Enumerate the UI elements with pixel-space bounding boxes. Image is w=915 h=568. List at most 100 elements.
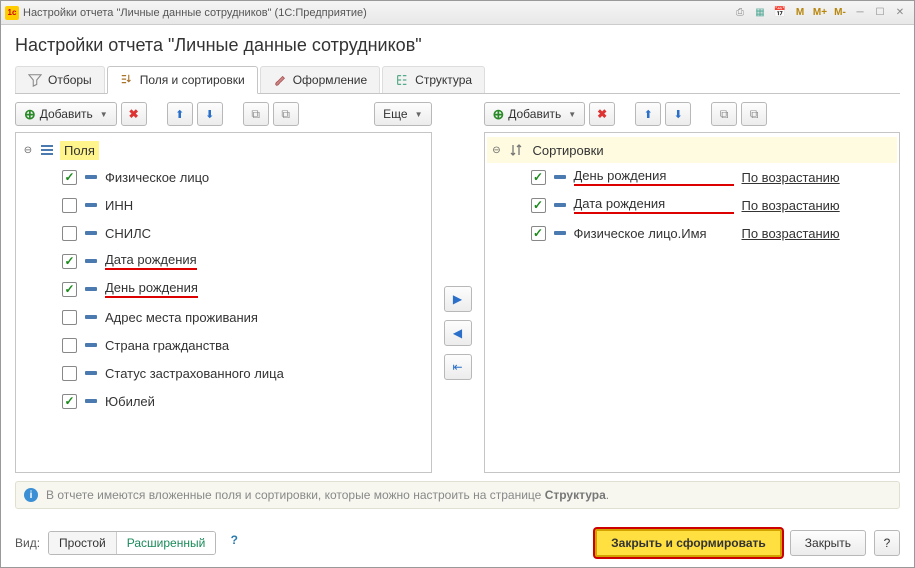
info-bar: i В отчете имеются вложенные поля и сорт… [15, 481, 900, 509]
fields-root[interactable]: ⊖ Поля [18, 137, 429, 163]
move-left-button[interactable]: ◀ [444, 320, 472, 346]
close-icon[interactable]: ✕ [891, 5, 909, 21]
checkbox[interactable] [62, 366, 77, 381]
sort-root-icon [509, 143, 523, 157]
sort-panel: ⊕Добавить▼ ✖ ⬆ ⬇ ⧉ ⧉ ⊖ Сортировки День р… [484, 102, 901, 473]
maximize-icon[interactable]: ☐ [871, 5, 889, 21]
sort-root[interactable]: ⊖ Сортировки [487, 137, 898, 163]
field-item[interactable]: ИНН [18, 191, 429, 219]
print-icon[interactable]: ⎙ [731, 5, 749, 21]
tab-structure-label: Структура [415, 73, 472, 87]
field-item[interactable]: Дата рождения [18, 247, 429, 275]
move-right-button[interactable]: ▶ [444, 286, 472, 312]
field-label: Физическое лицо [105, 170, 209, 185]
field-dash-icon [85, 259, 97, 263]
field-label: Статус застрахованного лица [105, 366, 284, 381]
arrow-up-icon: ⬆ [644, 108, 653, 121]
calendar-icon[interactable]: 📅 [771, 5, 789, 21]
checkbox[interactable] [531, 226, 546, 241]
tabs: Отборы Поля и сортировки Оформление Стру… [15, 66, 900, 94]
sort-order-link[interactable]: По возрастанию [742, 170, 840, 185]
collapse-button-r[interactable]: ⧉ [741, 102, 767, 126]
more-button[interactable]: Еще▼ [374, 102, 431, 126]
add-button[interactable]: ⊕Добавить▼ [15, 102, 117, 126]
minimize-icon[interactable]: ─ [851, 5, 869, 21]
checkbox[interactable] [531, 170, 546, 185]
move-up-button[interactable]: ⬆ [167, 102, 193, 126]
delete-button[interactable]: ✖ [121, 102, 147, 126]
expand-button-r[interactable]: ⧉ [711, 102, 737, 126]
add-label: Добавить [40, 107, 93, 121]
fields-toolbar: ⊕Добавить▼ ✖ ⬆ ⬇ ⧉ ⧉ Еще▼ [15, 102, 432, 126]
field-item[interactable]: День рождения [18, 275, 429, 303]
m-button[interactable]: M [791, 5, 809, 21]
move-all-left-button[interactable]: ⇤ [444, 354, 472, 380]
fields-panel: ⊕Добавить▼ ✖ ⬆ ⬇ ⧉ ⧉ Еще▼ ⊖ Поля [15, 102, 432, 473]
info-text: В отчете имеются вложенные поля и сортир… [46, 488, 609, 502]
panels: ⊕Добавить▼ ✖ ⬆ ⬇ ⧉ ⧉ Еще▼ ⊖ Поля [15, 102, 900, 473]
checkbox[interactable] [62, 394, 77, 409]
sort-tree[interactable]: ⊖ Сортировки День рожденияПо возрастанию… [484, 132, 901, 473]
sort-toolbar: ⊕Добавить▼ ✖ ⬆ ⬇ ⧉ ⧉ [484, 102, 901, 126]
fields-tree[interactable]: ⊖ Поля Физическое лицо ИННСНИЛСДата рожде… [15, 132, 432, 473]
footer: Вид: Простой Расширенный ? Закрыть и сфо… [1, 519, 914, 567]
checkbox[interactable] [531, 198, 546, 213]
expand-button[interactable]: ⧉ [243, 102, 269, 126]
tab-fields[interactable]: Поля и сортировки [107, 66, 258, 94]
field-dash-icon [85, 399, 97, 403]
collapse-icon: ⧉ [281, 107, 290, 122]
checkbox[interactable] [62, 254, 77, 269]
view-segmented: Простой Расширенный [48, 531, 216, 555]
field-item[interactable]: Статус застрахованного лица [18, 359, 429, 387]
field-label: Страна гражданства [105, 338, 229, 353]
m-minus-button[interactable]: M- [831, 5, 849, 21]
sort-order-link[interactable]: По возрастанию [742, 198, 840, 213]
view-advanced[interactable]: Расширенный [117, 532, 216, 554]
tab-fields-label: Поля и сортировки [140, 73, 245, 87]
sort-item[interactable]: Физическое лицо.ИмяПо возрастанию [487, 219, 898, 247]
delete-button-r[interactable]: ✖ [589, 102, 615, 126]
field-dash-icon [85, 343, 97, 347]
view-simple[interactable]: Простой [49, 532, 117, 554]
field-dash-icon [85, 175, 97, 179]
checkbox[interactable] [62, 198, 77, 213]
checkbox[interactable] [62, 338, 77, 353]
close-button[interactable]: Закрыть [790, 530, 866, 556]
titlebar: 1c Настройки отчета "Личные данные сотру… [1, 1, 914, 25]
m-plus-button[interactable]: M+ [811, 5, 829, 21]
field-item[interactable]: Юбилей [18, 387, 429, 415]
field-dash-icon [85, 287, 97, 291]
expander-icon[interactable]: ⊖ [491, 145, 503, 156]
calc-icon[interactable]: ▦ [751, 5, 769, 21]
field-dash-icon [85, 371, 97, 375]
tab-structure[interactable]: Структура [382, 66, 485, 93]
page-title: Настройки отчета "Личные данные сотрудни… [15, 35, 900, 56]
field-item[interactable]: СНИЛС [18, 219, 429, 247]
sort-dash-icon [554, 203, 566, 207]
help-link[interactable]: ? [224, 533, 244, 553]
tab-filters[interactable]: Отборы [15, 66, 105, 93]
help-button[interactable]: ? [874, 530, 900, 556]
sort-order-link[interactable]: По возрастанию [742, 226, 840, 241]
arrow-down-icon: ⬇ [205, 108, 214, 121]
x-icon: ✖ [129, 107, 139, 121]
close-generate-button[interactable]: Закрыть и сформировать [595, 529, 782, 557]
checkbox[interactable] [62, 170, 77, 185]
expander-icon[interactable]: ⊖ [22, 145, 34, 156]
sort-item[interactable]: День рожденияПо возрастанию [487, 163, 898, 191]
move-down-button[interactable]: ⬇ [197, 102, 223, 126]
checkbox[interactable] [62, 310, 77, 325]
field-item[interactable]: Адрес места проживания [18, 303, 429, 331]
collapse-button[interactable]: ⧉ [273, 102, 299, 126]
sort-label: Дата рождения [574, 196, 734, 214]
tab-appearance[interactable]: Оформление [260, 66, 380, 93]
add-label-r: Добавить [508, 107, 561, 121]
field-item[interactable]: Физическое лицо [18, 163, 429, 191]
add-button-r[interactable]: ⊕Добавить▼ [484, 102, 586, 126]
checkbox[interactable] [62, 226, 77, 241]
move-down-button-r[interactable]: ⬇ [665, 102, 691, 126]
sort-item[interactable]: Дата рождения По возрастанию [487, 191, 898, 219]
move-up-button-r[interactable]: ⬆ [635, 102, 661, 126]
checkbox[interactable] [62, 282, 77, 297]
field-item[interactable]: Страна гражданства [18, 331, 429, 359]
